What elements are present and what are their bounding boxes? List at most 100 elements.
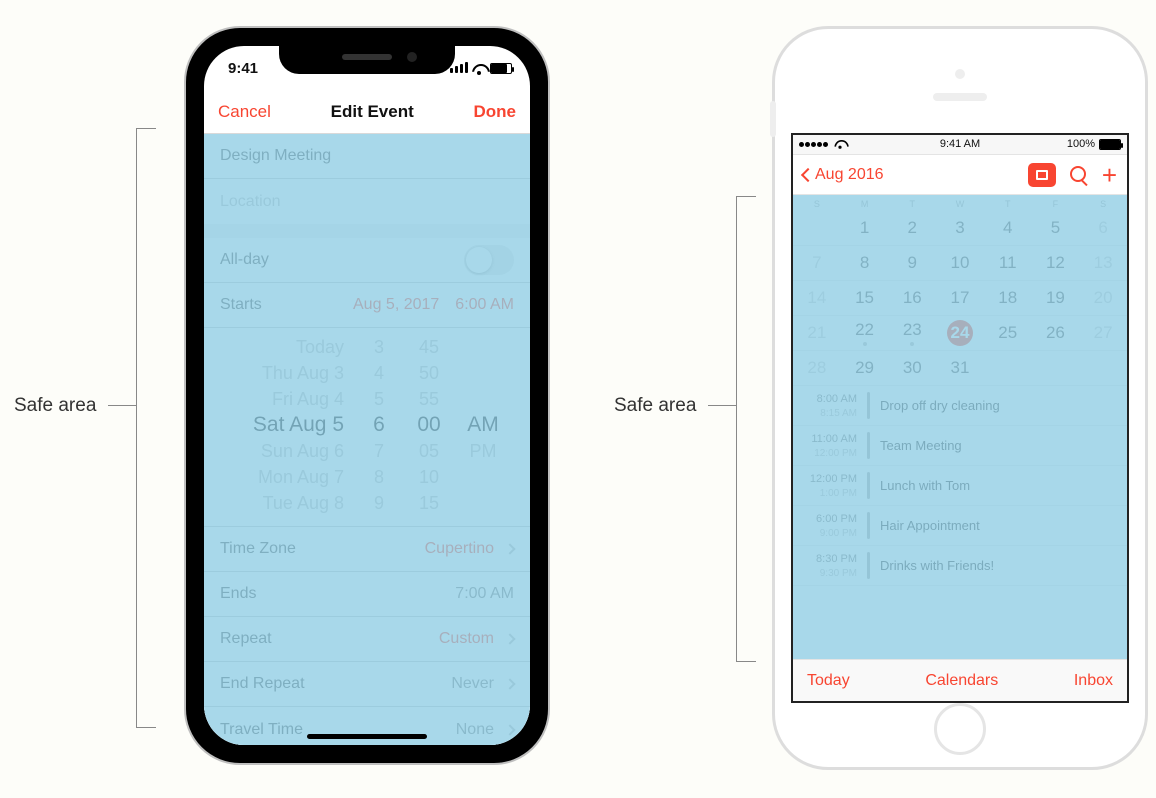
timezone-row[interactable]: Time ZoneCupertino xyxy=(204,527,530,572)
status-time: 9:41 AM xyxy=(940,138,980,150)
ends-row[interactable]: Ends7:00 AM xyxy=(204,572,530,617)
calendar-day[interactable]: 18 xyxy=(984,281,1032,315)
event-title-field[interactable]: Design Meeting xyxy=(204,134,530,179)
calendar-day[interactable]: 9 xyxy=(888,246,936,280)
calendar-day[interactable]: 17 xyxy=(936,281,984,315)
safe-area-label-right: Safe area xyxy=(614,395,696,417)
phone-top-bezel xyxy=(791,47,1129,133)
back-button[interactable]: Aug 2016 xyxy=(803,166,884,184)
search-icon[interactable] xyxy=(1070,166,1088,184)
calendar-day[interactable]: 4 xyxy=(984,211,1032,245)
calendar-day[interactable]: 23 xyxy=(888,316,936,350)
nav-bar: Cancel Edit Event Done xyxy=(204,90,530,134)
calendar-day[interactable]: 3 xyxy=(936,211,984,245)
chevron-right-icon xyxy=(504,543,515,554)
callout-line-left xyxy=(108,405,136,406)
cancel-button[interactable]: Cancel xyxy=(218,102,271,122)
date-picker[interactable]: Today345Thu Aug 3450Fri Aug 4555Sat Aug … xyxy=(204,328,530,527)
calendar-day[interactable]: 25 xyxy=(984,316,1032,350)
status-bar: 9:41 AM 100% xyxy=(793,135,1127,155)
picker-row[interactable]: Sun Aug 6705PM xyxy=(204,438,530,464)
calendar-day[interactable]: 11 xyxy=(984,246,1032,280)
picker-row[interactable]: Today345 xyxy=(204,334,530,360)
calendar-day[interactable]: 21 xyxy=(793,316,841,350)
event-row[interactable]: 8:30 PM9:30 PMDrinks with Friends! xyxy=(793,546,1127,586)
calendar-day[interactable]: 27 xyxy=(1079,316,1127,350)
callout-line-right xyxy=(708,405,736,406)
calendar-day[interactable]: 28 xyxy=(793,351,841,385)
nav-title: Edit Event xyxy=(331,102,414,122)
calendar-day[interactable]: 13 xyxy=(1079,246,1127,280)
calendar-day[interactable]: 6 xyxy=(1079,211,1127,245)
picker-row[interactable]: Thu Aug 3450 xyxy=(204,360,530,386)
calendar-day xyxy=(1079,351,1127,385)
home-indicator[interactable] xyxy=(307,734,427,739)
wifi-icon xyxy=(472,64,486,74)
picker-row[interactable]: Mon Aug 7810 xyxy=(204,464,530,490)
iphone-x-mock: 9:41 Cancel Edit Event Done Design xyxy=(184,26,550,765)
battery-icon xyxy=(490,63,512,74)
picker-row[interactable]: Tue Aug 8915 xyxy=(204,490,530,516)
calendar-day[interactable]: 14 xyxy=(793,281,841,315)
end-repeat-row[interactable]: End RepeatNever xyxy=(204,662,530,707)
calendar-day[interactable]: 31 xyxy=(936,351,984,385)
calendar-day[interactable]: 24 xyxy=(936,316,984,350)
calendar-day[interactable]: 26 xyxy=(1032,316,1080,350)
event-row[interactable]: 12:00 PM1:00 PMLunch with Tom xyxy=(793,466,1127,506)
today-button[interactable]: Today xyxy=(807,672,850,690)
starts-row[interactable]: Starts Aug 5, 2017 6:00 AM xyxy=(204,283,530,328)
add-event-button[interactable]: + xyxy=(1102,166,1117,184)
event-row[interactable]: 6:00 PM9:00 PMHair Appointment xyxy=(793,506,1127,546)
chevron-right-icon xyxy=(504,724,515,735)
inbox-button[interactable]: Inbox xyxy=(1074,672,1113,690)
calendar-day[interactable]: 16 xyxy=(888,281,936,315)
safe-area-bracket-right xyxy=(736,196,756,662)
nav-bar: Aug 2016 + xyxy=(793,155,1127,195)
picker-row[interactable]: Fri Aug 4555 xyxy=(204,386,530,412)
safe-area-label-left: Safe area xyxy=(14,395,96,417)
toolbar: Today Calendars Inbox xyxy=(793,659,1127,701)
calendar-day xyxy=(984,351,1032,385)
month-calendar[interactable]: SMTWTFS123456789101112131415161718192021… xyxy=(793,195,1127,386)
calendar-day xyxy=(1032,351,1080,385)
repeat-row[interactable]: RepeatCustom xyxy=(204,617,530,662)
calendar-day[interactable]: 19 xyxy=(1032,281,1080,315)
allday-row[interactable]: All-day xyxy=(204,238,530,283)
calendar-day[interactable]: 8 xyxy=(841,246,889,280)
view-toggle-button[interactable] xyxy=(1028,163,1056,187)
chevron-right-icon xyxy=(504,633,515,644)
calendars-button[interactable]: Calendars xyxy=(925,672,998,690)
location-field[interactable]: Location xyxy=(204,179,530,224)
event-row[interactable]: 11:00 AM12:00 PMTeam Meeting xyxy=(793,426,1127,466)
iphone-classic-mock: 9:41 AM 100% Aug 2016 + SMTWTFS123456789… xyxy=(772,26,1148,770)
battery-icon xyxy=(1099,139,1121,150)
calendar-day[interactable]: 15 xyxy=(841,281,889,315)
done-button[interactable]: Done xyxy=(473,102,516,122)
calendar-day[interactable]: 5 xyxy=(1032,211,1080,245)
calendar-day[interactable]: 2 xyxy=(888,211,936,245)
travel-time-row[interactable]: Travel TimeNone xyxy=(204,707,530,745)
notch xyxy=(279,46,455,74)
calendar-day[interactable]: 12 xyxy=(1032,246,1080,280)
calendar-day[interactable]: 20 xyxy=(1079,281,1127,315)
safe-area-left: Design Meeting Location All-day Starts A… xyxy=(204,134,530,745)
calendar-day[interactable]: 22 xyxy=(841,316,889,350)
calendar-day[interactable]: 10 xyxy=(936,246,984,280)
picker-row[interactable]: Sat Aug 5600AM xyxy=(204,412,530,438)
allday-toggle[interactable] xyxy=(464,245,514,275)
chevron-left-icon xyxy=(801,167,815,181)
battery-text: 100% xyxy=(1067,138,1095,150)
calendar-day[interactable]: 29 xyxy=(841,351,889,385)
calendar-day[interactable]: 30 xyxy=(888,351,936,385)
calendar-day xyxy=(793,211,841,245)
wifi-icon xyxy=(834,140,845,148)
event-list[interactable]: 8:00 AM8:15 AMDrop off dry cleaning11:00… xyxy=(793,386,1127,586)
event-row[interactable]: 8:00 AM8:15 AMDrop off dry cleaning xyxy=(793,386,1127,426)
calendar-day[interactable]: 7 xyxy=(793,246,841,280)
status-time: 9:41 xyxy=(228,60,258,77)
cellular-icon xyxy=(799,138,829,150)
chevron-right-icon xyxy=(504,678,515,689)
calendar-day[interactable]: 1 xyxy=(841,211,889,245)
home-button[interactable] xyxy=(934,703,986,755)
safe-area-bracket-left xyxy=(136,128,156,728)
